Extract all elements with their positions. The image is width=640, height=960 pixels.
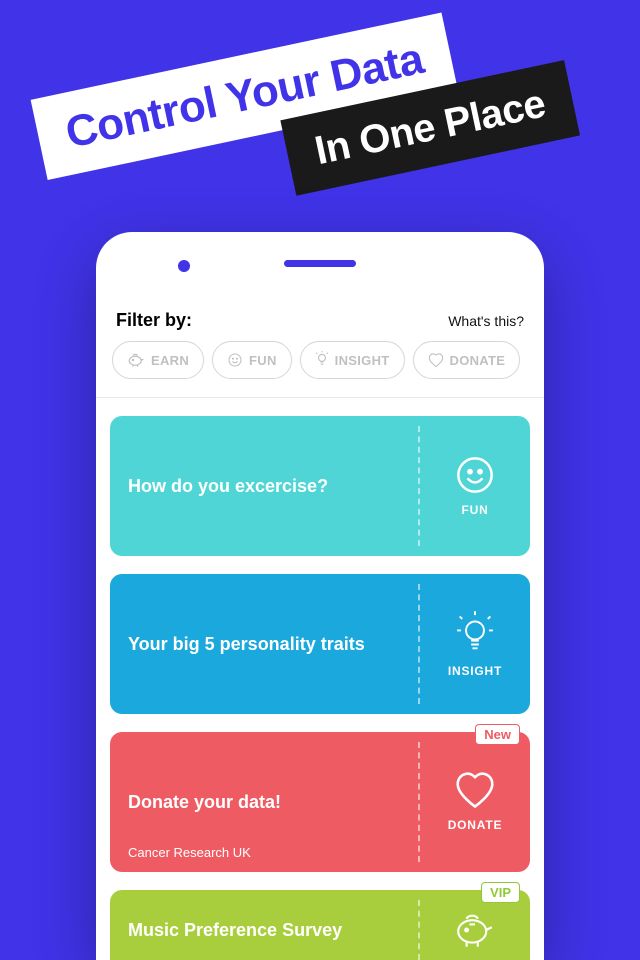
- smile-icon: [455, 455, 495, 495]
- phone-frame: Filter by: What's this? EARN FUN INSIG: [96, 232, 544, 960]
- chip-label: INSIGHT: [335, 353, 390, 368]
- filter-chips: EARN FUN INSIGHT DONATE: [110, 341, 530, 397]
- card-list: How do you excercise? FUN Your big 5 per…: [110, 398, 530, 960]
- survey-card[interactable]: VIP Music Preference Survey: [110, 890, 530, 960]
- chip-label: EARN: [151, 353, 189, 368]
- survey-card[interactable]: How do you excercise? FUN: [110, 416, 530, 556]
- filter-label: Filter by:: [116, 310, 192, 331]
- survey-card[interactable]: Your big 5 personality traits INSIGHT: [110, 574, 530, 714]
- chip-label: DONATE: [450, 353, 506, 368]
- bulb-icon: [315, 351, 329, 369]
- card-title: Music Preference Survey: [128, 920, 400, 941]
- card-title: How do you excercise?: [128, 476, 400, 497]
- phone-notch: [96, 232, 544, 276]
- piggy-icon: [127, 352, 145, 368]
- survey-card[interactable]: New Donate your data! Cancer Research UK…: [110, 732, 530, 872]
- card-tag: INSIGHT: [448, 664, 502, 678]
- screen-content: Filter by: What's this? EARN FUN INSIG: [96, 276, 544, 960]
- card-title: Your big 5 personality traits: [128, 634, 400, 655]
- chip-fun[interactable]: FUN: [212, 341, 292, 379]
- badge-vip: VIP: [481, 882, 520, 903]
- chip-insight[interactable]: INSIGHT: [300, 341, 405, 379]
- chip-earn[interactable]: EARN: [112, 341, 204, 379]
- speaker-icon: [284, 260, 356, 267]
- heart-icon: [428, 353, 444, 368]
- piggy-icon: [454, 912, 496, 948]
- chip-label: FUN: [249, 353, 277, 368]
- badge-new: New: [475, 724, 520, 745]
- hero-banner: Control Your Data In One Place: [31, 0, 610, 246]
- smile-icon: [227, 352, 243, 368]
- card-title: Donate your data!: [128, 792, 400, 813]
- camera-icon: [178, 260, 190, 272]
- chip-donate[interactable]: DONATE: [413, 341, 521, 379]
- card-tag: FUN: [461, 503, 488, 517]
- bulb-icon: [455, 610, 495, 656]
- card-subtitle: Cancer Research UK: [128, 845, 251, 860]
- card-tag: DONATE: [448, 818, 503, 832]
- whats-this-link[interactable]: What's this?: [448, 313, 524, 329]
- heart-icon: [454, 772, 496, 810]
